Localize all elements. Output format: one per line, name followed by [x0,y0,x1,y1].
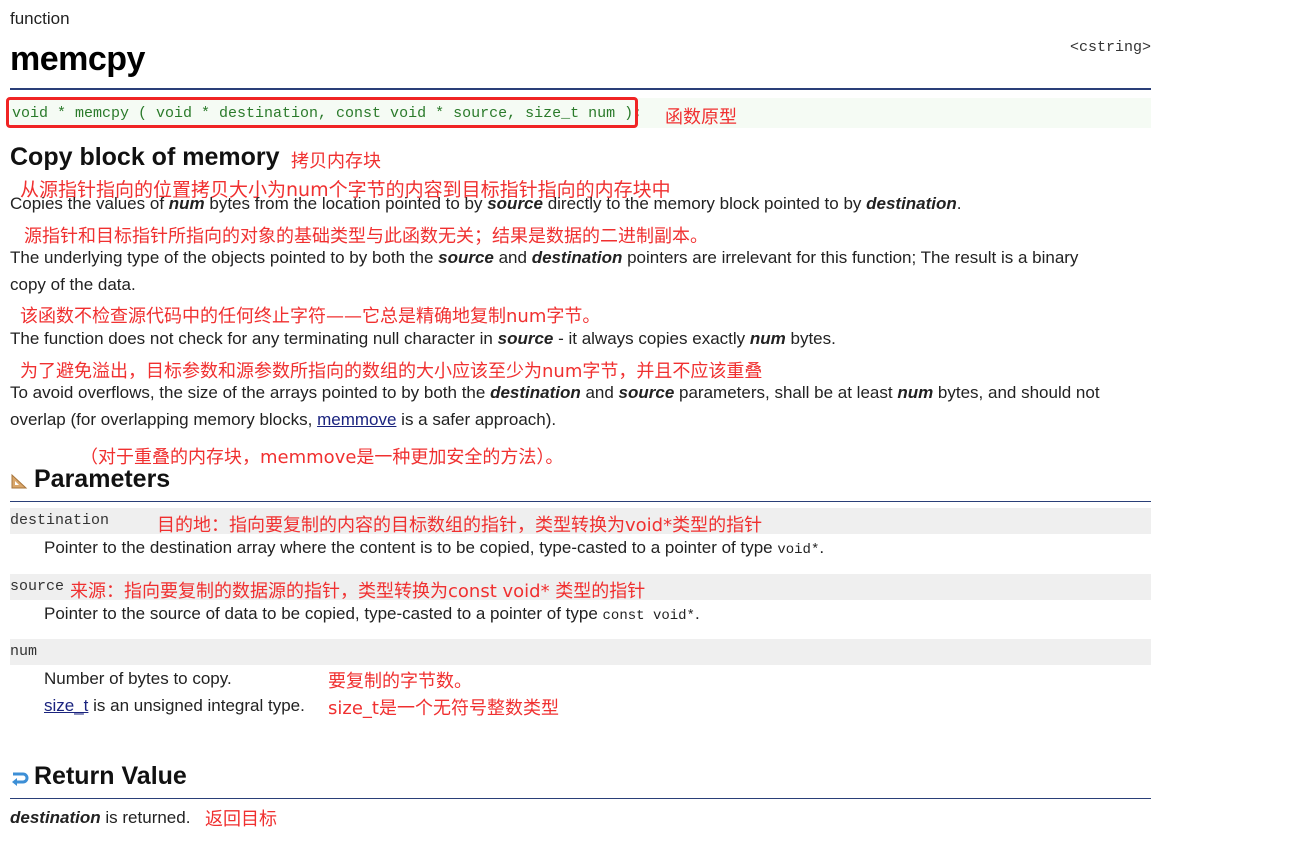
param-destination-desc: Pointer to the destination array where t… [44,538,825,558]
param-source-annotation: 来源：指向要复制的数据源的指针，类型转换为const void* 类型的指针 [70,581,646,602]
header-file: <cstring> [1070,39,1152,56]
summary-heading: Copy block of memory [10,143,280,171]
parameters-heading: Parameters [34,465,171,493]
return-arrow-icon [10,768,30,788]
entity-kind: function [10,9,70,28]
prototype-highlight-box [6,97,638,128]
description-paragraph-4-line2: overlap (for overlapping memory blocks, … [10,410,557,429]
size-t-link[interactable]: size_t [44,696,88,715]
memmove-link[interactable]: memmove [317,410,396,429]
return-value-annotation: 返回目标 [205,809,277,830]
param-num-band [10,639,1151,665]
param-destination-name: destination [10,512,110,529]
title-divider [10,88,1151,90]
summary-annotation: 拷贝内存块 [291,151,381,172]
description-paragraph-4: To avoid overflows, the size of the arra… [10,383,1100,402]
return-value-divider [10,798,1151,799]
p3-annotation: 该函数不检查源代码中的任何终止字符——它总是精确地复制num字节。 [20,306,601,327]
param-num-desc-2: size_t is an unsigned integral type. [44,696,305,715]
param-num-desc: Number of bytes to copy. [44,669,232,688]
return-value-heading: Return Value [34,762,187,790]
param-num-annotation: 要复制的字节数。 [328,671,472,692]
param-source-name: source [10,578,65,595]
return-value-desc: destination is returned. [10,808,191,827]
p2-annotation: 源指针和目标指针所指向的对象的基础类型与此函数无关；结果是数据的二进制副本。 [24,226,708,247]
page-title: memcpy [10,40,145,78]
param-source-desc: Pointer to the source of data to be copi… [44,604,700,624]
description-paragraph-2-line2: copy of the data. [10,275,136,294]
param-num-annotation-2: size_t是一个无符号整数类型 [328,698,559,719]
description-paragraph-3: The function does not check for any term… [10,329,836,348]
prototype-annotation: 函数原型 [665,107,737,128]
ruler-triangle-icon [10,470,30,490]
param-num-name: num [10,643,38,660]
p4-annotation: 为了避免溢出，目标参数和源参数所指向的数组的大小应该至少为num字节，并且不应该… [20,361,763,382]
parameters-divider [10,501,1151,502]
description-paragraph-1: Copies the values of num bytes from the … [10,194,962,213]
description-paragraph-2: The underlying type of the objects point… [10,248,1079,267]
param-destination-annotation: 目的地：指向要复制的内容的目标数组的指针，类型转换为void*类型的指针 [157,515,763,536]
